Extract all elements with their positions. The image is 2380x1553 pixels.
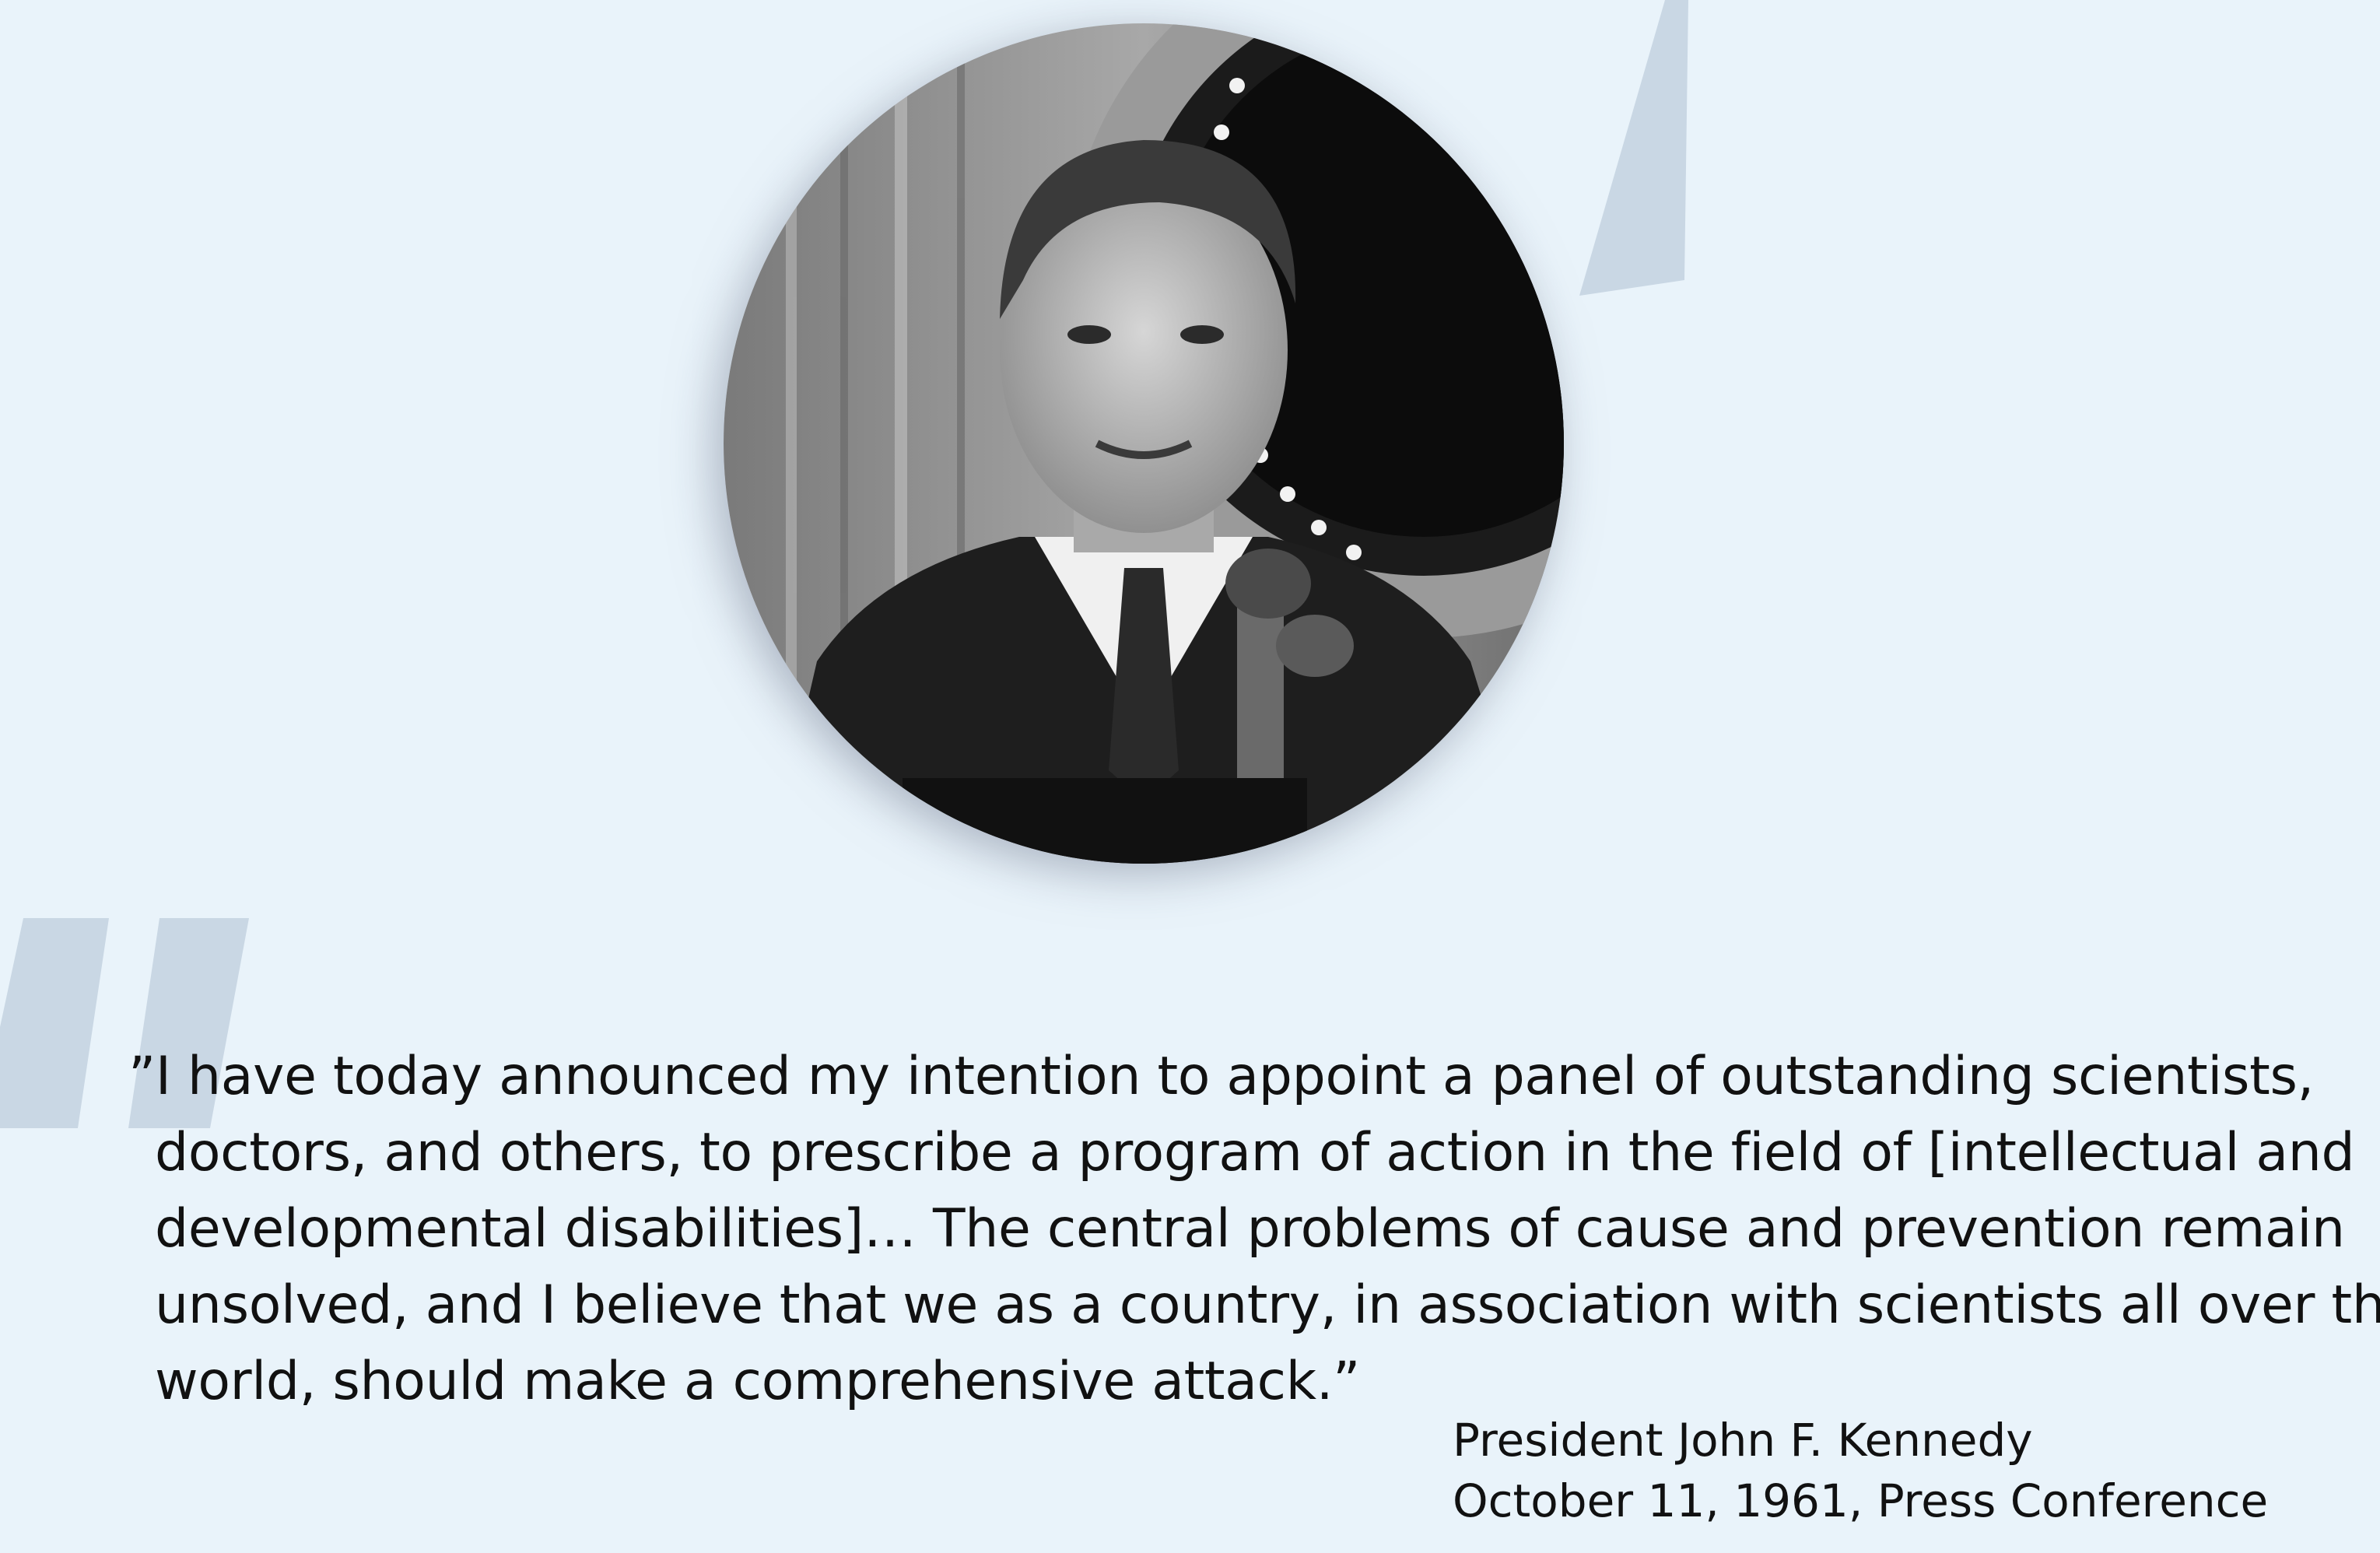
closing-quote-mark-icon — [1579, 0, 1688, 296]
portrait-photo — [724, 23, 1564, 864]
quote-line: unsolved, and I believe that we as a cou… — [155, 1274, 2380, 1336]
attribution: President John F. Kennedy October 11, 19… — [1453, 1410, 2268, 1531]
quote-text: ”I have today announced my intention to … — [128, 1039, 2380, 1420]
quote-line: doctors, and others, to prescribe a prog… — [155, 1122, 2355, 1183]
quote-line: developmental disabilities]… The central… — [155, 1198, 2345, 1260]
attribution-name: President John F. Kennedy — [1453, 1414, 2033, 1467]
quote-line: world, should make a comprehensive attac… — [155, 1351, 1361, 1412]
attribution-date: October 11, 1961, Press Conference — [1453, 1474, 2269, 1527]
quote-line: ”I have today announced my intention to … — [128, 1046, 2314, 1107]
